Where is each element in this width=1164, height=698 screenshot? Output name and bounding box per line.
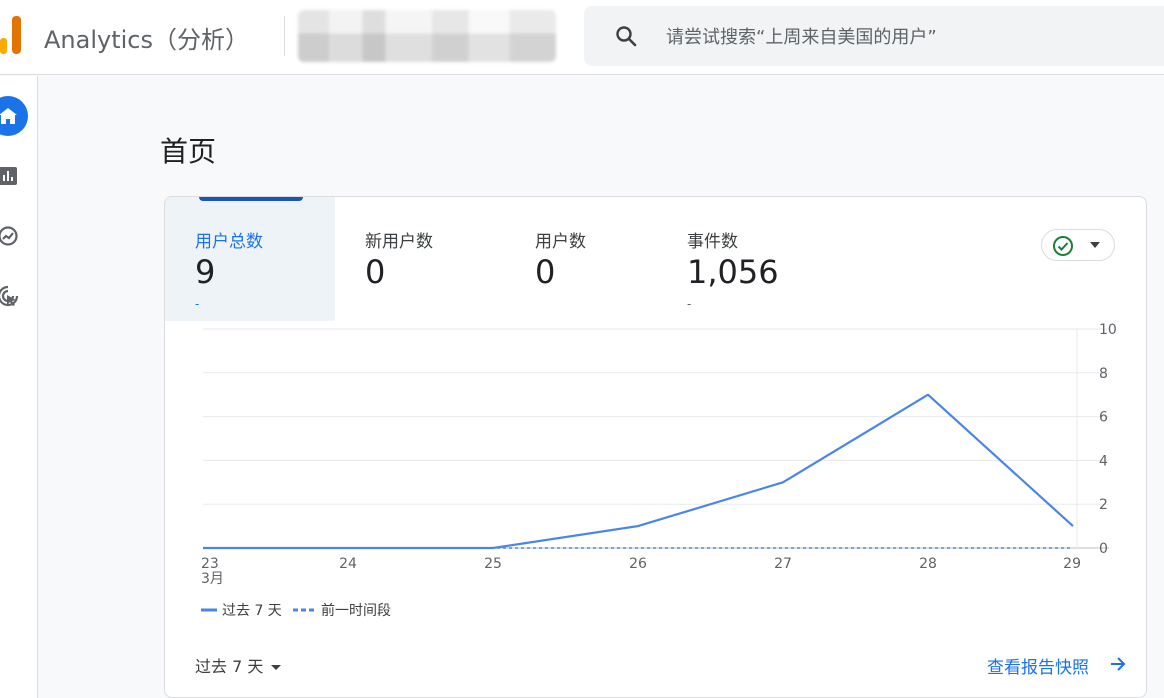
y-tick-label: 10 [1099,322,1117,338]
reports-icon [0,167,17,185]
y-tick-label: 6 [1099,410,1108,426]
x-tick-label: 29 [1063,556,1081,572]
app-title[interactable]: Analytics（分析） [44,20,249,55]
caret-down-icon [271,665,282,670]
nav-advertising[interactable] [0,276,28,316]
x-tick-label: 26 [629,556,647,572]
analytics-logo-icon[interactable] [0,16,22,54]
arrow-right-icon[interactable] [1109,655,1127,673]
page-title: 首页 [160,135,217,168]
x-tick-label: 28 [919,556,937,572]
legend-label-previous: 前一时间段 [321,602,391,619]
view-report-snapshot-link[interactable]: 查看报告快照 [987,653,1089,678]
legend-label-current: 过去 7 天 [222,603,282,619]
search-input[interactable] [664,22,1148,52]
nav-home[interactable] [0,96,28,136]
y-tick-label: 2 [1099,497,1108,513]
date-range-dropdown[interactable]: 过去 7 天 [195,653,282,677]
home-icon [0,108,17,124]
left-nav [0,76,38,698]
search-icon [616,26,637,47]
search-box[interactable] [584,6,1164,66]
y-tick-label: 4 [1099,453,1108,469]
y-tick-label: 0 [1099,541,1108,557]
explore-icon [0,226,18,246]
advertising-icon [0,285,19,307]
x-tick-month-label: 3月 [201,571,224,587]
nav-explore[interactable] [0,216,28,256]
x-tick-label: 27 [774,556,792,572]
nav-reports[interactable] [0,156,28,196]
top-header: Analytics（分析） [0,0,1164,75]
users-line-chart: 024681023 24 25 26 27 28 293月过去 7 天前一时间段 [201,322,1117,619]
x-tick-label: 24 [339,556,357,572]
x-tick-label: 23 [201,556,219,572]
y-tick-label: 8 [1099,366,1108,382]
header-divider [284,16,285,56]
account-selector[interactable] [298,10,556,62]
overview-card: 用户总数 9 - 新用户数 0 用户数 0 事件数 1,056 - 024681… [164,196,1147,698]
date-range-label: 过去 7 天 [195,657,264,676]
x-tick-label: 25 [484,556,502,572]
current-period-line [203,393,1074,550]
